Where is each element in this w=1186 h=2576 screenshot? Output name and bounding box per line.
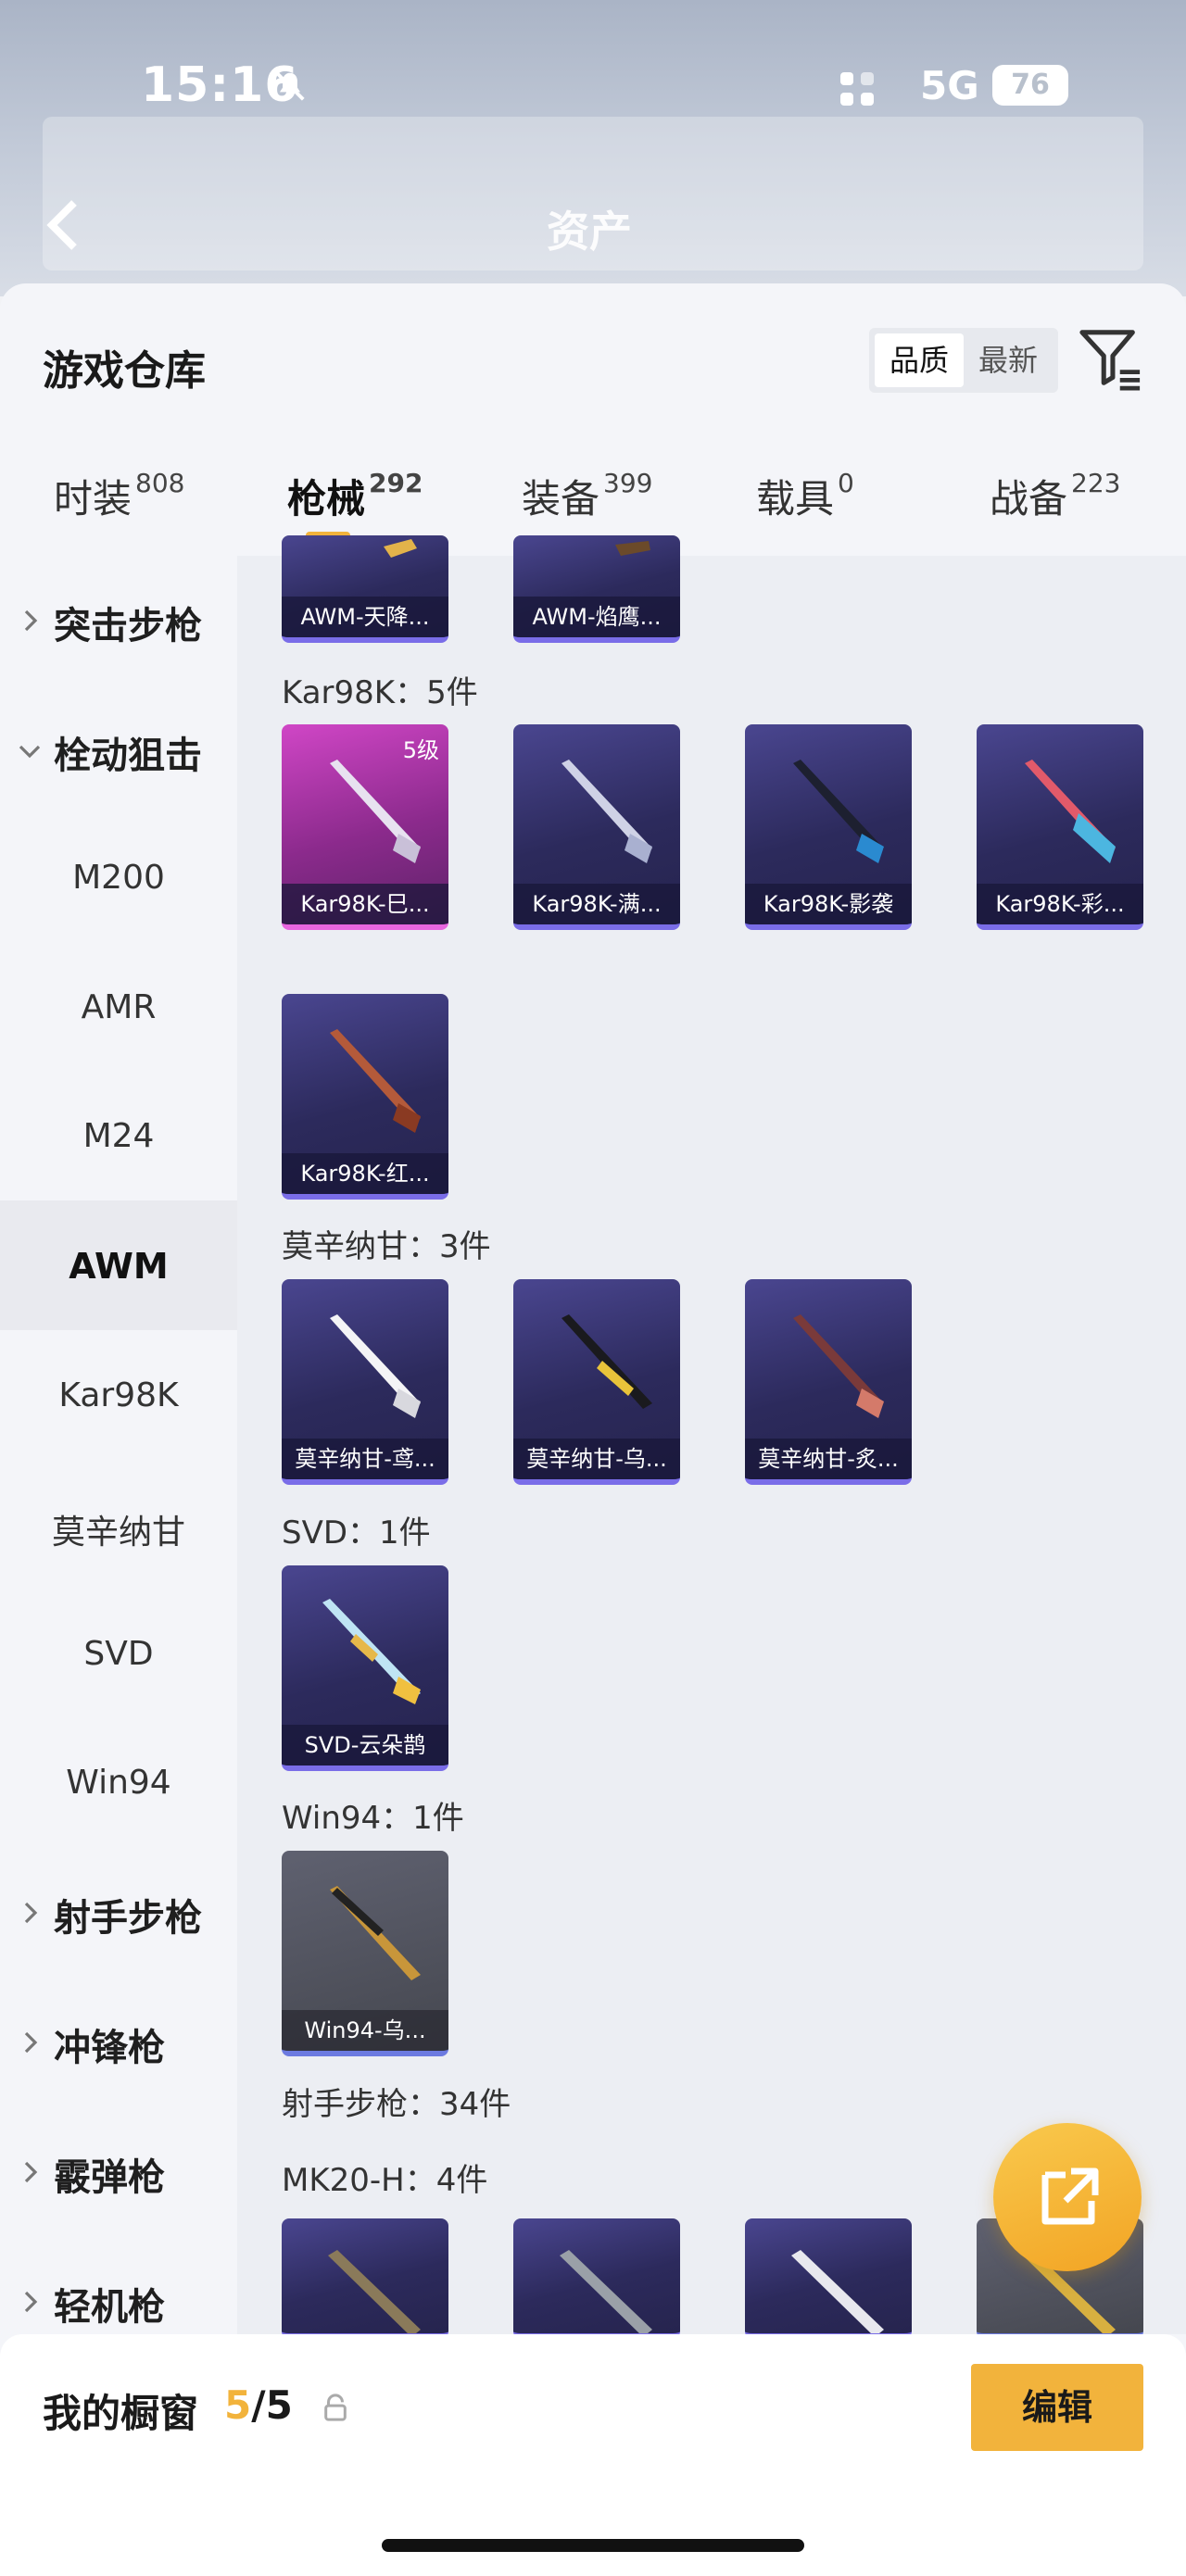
tab-firearms[interactable]: 枪械 292	[287, 468, 423, 524]
rifle-icon	[322, 1599, 421, 1704]
back-arrow-icon[interactable]	[44, 199, 82, 251]
rifle-icon	[330, 1029, 421, 1133]
sidebar-category-smg[interactable]: 冲锋枪	[54, 2017, 165, 2071]
item-card[interactable]	[513, 2218, 680, 2339]
sidebar-item-mosin[interactable]: 莫辛纳甘	[0, 1505, 237, 1553]
rifle-icon	[328, 2250, 421, 2333]
group-title-kar98k: Kar98K：5件	[282, 674, 478, 711]
network-type: 5G	[920, 63, 979, 108]
tab-vehicles[interactable]: 载具 0	[756, 468, 854, 524]
sidebar-category-shotgun[interactable]: 霰弹枪	[54, 2147, 165, 2201]
sidebar-item-win94[interactable]: Win94	[0, 1764, 237, 1802]
showcase-count: 5/5	[224, 2382, 293, 2428]
item-card[interactable]: SVD-云朵鹊	[282, 1565, 448, 1771]
home-indicator	[382, 2539, 804, 2552]
rifle-icon	[1025, 760, 1116, 863]
item-card[interactable]: Kar98K-红...	[282, 994, 448, 1200]
chevron-right-icon	[24, 609, 38, 632]
item-card[interactable]: 莫辛纳甘-乌...	[513, 1279, 680, 1485]
item-card[interactable]	[745, 2218, 912, 2339]
rifle-icon	[793, 760, 884, 863]
sidebar-category-assault-rifle[interactable]: 突击步枪	[54, 596, 202, 649]
item-card[interactable]: 莫辛纳甘-炙...	[745, 1279, 912, 1485]
battery-indicator: 76	[992, 65, 1068, 106]
sidebar-item-amr[interactable]: AMR	[0, 988, 237, 1026]
rifle-icon	[330, 1314, 421, 1418]
group-title-svd: SVD：1件	[282, 1514, 431, 1552]
external-link-icon	[1041, 2168, 1099, 2225]
edit-button[interactable]: 编辑	[971, 2364, 1143, 2451]
item-card[interactable]: Kar98K-满...	[513, 724, 680, 930]
item-card[interactable]: AWM-天降...	[282, 535, 448, 643]
item-card[interactable]: AWM-焰鹰...	[513, 535, 680, 643]
chevron-down-icon	[19, 745, 41, 759]
tab-supplies[interactable]: 战备 223	[990, 468, 1120, 524]
tab-equipment[interactable]: 装备 399	[522, 468, 652, 524]
wifi-grid-icon	[840, 72, 874, 106]
rifle-icon	[560, 2250, 652, 2333]
group-title-mk20: MK20-H：4件	[282, 2162, 488, 2199]
sidebar-item-kar98k[interactable]: Kar98K	[0, 1376, 237, 1414]
lock-icon	[324, 2394, 347, 2421]
section-title-marksman: 射手步枪：34件	[282, 2086, 511, 2123]
item-card[interactable]: 莫辛纳甘-鸢...	[282, 1279, 448, 1485]
group-title-win94: Win94：1件	[282, 1800, 464, 1837]
mute-bell-icon	[275, 71, 305, 101]
rifle-icon	[793, 1314, 884, 1418]
sidebar-category-marksman[interactable]: 射手步枪	[54, 1888, 202, 1941]
sheet-title: 游戏仓库	[43, 347, 206, 395]
item-card[interactable]: Kar98K-彩...	[977, 724, 1143, 930]
item-card[interactable]	[282, 2218, 448, 2339]
share-fab-button[interactable]	[993, 2123, 1142, 2271]
sort-newest-button[interactable]: 最新	[964, 333, 1053, 387]
showcase-label: 我的橱窗	[43, 2391, 199, 2436]
sidebar-category-lmg[interactable]: 轻机枪	[54, 2277, 165, 2331]
rifle-icon	[330, 1886, 421, 1980]
sidebar-item-awm[interactable]: AWM	[0, 1246, 237, 1287]
background-title: 资产	[547, 207, 632, 257]
sort-quality-button[interactable]: 品质	[875, 333, 964, 387]
filter-icon[interactable]	[1079, 326, 1143, 393]
item-card[interactable]: Win94-乌...	[282, 1851, 448, 2056]
chevron-right-icon	[24, 2161, 38, 2183]
sidebar-item-svd[interactable]: SVD	[0, 1635, 237, 1673]
sidebar-item-m24[interactable]: M24	[0, 1117, 237, 1155]
rifle-icon	[561, 760, 652, 863]
sidebar-item-m200[interactable]: M200	[0, 859, 237, 897]
sidebar-category-bolt-sniper[interactable]: 栓动狙击	[54, 725, 202, 779]
rifle-icon	[791, 2250, 884, 2333]
item-card[interactable]: Kar98K-影袭	[745, 724, 912, 930]
chevron-right-icon	[24, 2291, 38, 2313]
group-title-mosin: 莫辛纳甘：3件	[282, 1228, 491, 1265]
chevron-right-icon	[24, 2031, 38, 2054]
tab-fashion[interactable]: 时装 808	[54, 468, 184, 524]
rifle-icon	[561, 1314, 652, 1409]
item-card[interactable]: 5级 Kar98K-巳...	[282, 724, 448, 930]
chevron-right-icon	[24, 1902, 38, 1924]
